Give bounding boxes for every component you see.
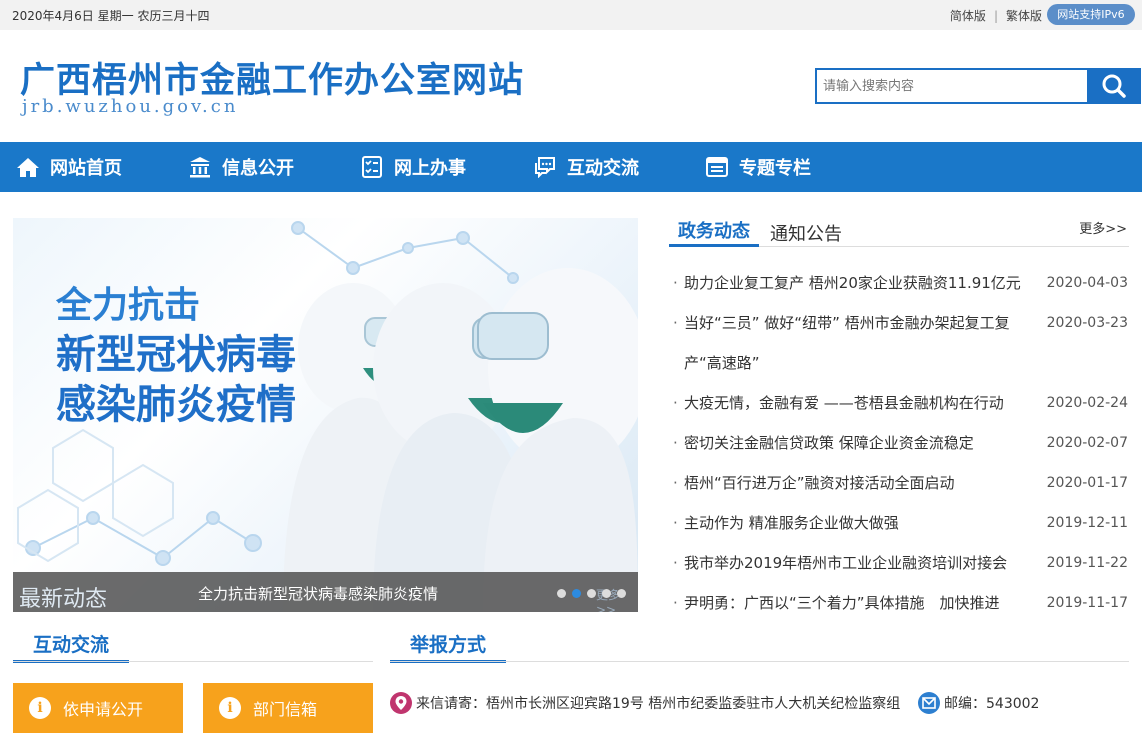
list-item: · 梧州“百行进万企”融资对接活动全面启动 2020-01-17 [670, 463, 1130, 503]
report-divider [390, 661, 1129, 662]
slider-caption-bar: 最新动态 全力抗击新型冠状病毒感染肺炎疫情 更多>> [13, 572, 638, 612]
bullet: · [673, 474, 678, 492]
column-icon [706, 157, 728, 177]
apply-disclosure-label: 依申请公开 [63, 700, 144, 719]
slider-tag: 最新动态 [19, 587, 108, 612]
nav-label: 互动交流 [567, 158, 639, 179]
current-date: 2020年4月6日 星期一 农历三月十四 [12, 9, 210, 23]
report-address: 来信请寄：梧州市长洲区迎宾路19号 梧州市纪委监委驻市人大机关纪检监察组 [390, 692, 900, 714]
nav-item-interaction[interactable]: 互动交流 [533, 142, 639, 192]
simplified-link[interactable]: 简体版 [950, 9, 986, 23]
bullet: · [673, 434, 678, 452]
search-button[interactable] [1087, 68, 1141, 104]
bullet: · [673, 274, 678, 292]
nav-label: 网站首页 [50, 158, 122, 179]
info-icon: i [219, 697, 241, 719]
bullet: · [673, 394, 678, 412]
slider-slogan-line3: 感染肺炎疫情 [56, 382, 296, 428]
checklist-icon [362, 156, 382, 178]
building-icon [190, 157, 210, 178]
news-date: 2019-12-11 [1046, 515, 1128, 531]
chat-icon [535, 157, 555, 178]
slider-dot[interactable] [587, 589, 596, 598]
list-item: · 当好“三员” 做好“纽带” 梧州市金融办架起复工复产“高速路” 2020-0… [670, 303, 1130, 383]
slider-slogan-line1: 全力抗击 [56, 285, 201, 326]
news-list: · 助力企业复工复产 梧州20家企业获融资11.91亿元 2020-04-03 … [670, 263, 1130, 623]
report-postcode-text: 邮编：543002 [944, 696, 1040, 712]
news-date: 2020-04-03 [1046, 275, 1128, 291]
site-url: jrb.wuzhou.gov.cn [22, 96, 239, 117]
traditional-link[interactable]: 繁体版 [1006, 9, 1042, 23]
search-input[interactable] [815, 68, 1087, 104]
list-item: · 密切关注金融信贷政策 保障企业资金流稳定 2020-02-07 [670, 423, 1130, 463]
link-separator: | [993, 9, 998, 23]
news-date: 2019-11-22 [1046, 555, 1128, 571]
nav-label: 信息公开 [222, 158, 294, 179]
list-item: · 助力企业复工复产 梧州20家企业获融资11.91亿元 2020-04-03 [670, 263, 1130, 303]
department-mailbox-button[interactable]: i 部门信箱 [203, 683, 373, 733]
department-mailbox-label: 部门信箱 [253, 700, 318, 719]
tab-government-news[interactable]: 政务动态 [669, 217, 759, 247]
news-date: 2020-02-07 [1046, 435, 1128, 451]
slider-dot[interactable] [557, 589, 566, 598]
list-item: · 大疫无情，金融有爱 ——苍梧县金融机构在行动 2020-02-24 [670, 383, 1130, 423]
tab-announcements[interactable]: 通知公告 [770, 220, 842, 246]
mail-icon [918, 692, 940, 714]
news-tabs: 政务动态 通知公告 更多>> [669, 213, 1129, 247]
top-bar: 2020年4月6日 星期一 农历三月十四 简体版 | 繁体版 网站支持IPv6 [0, 0, 1142, 30]
location-icon [390, 692, 412, 714]
main-nav: 网站首页 信息公开 网上办事 互动交流 专题专栏 [0, 142, 1142, 192]
news-date: 2020-02-24 [1046, 395, 1128, 411]
news-date: 2020-03-23 [1046, 315, 1128, 331]
info-icon: i [29, 697, 51, 719]
home-icon [17, 158, 39, 177]
nav-item-special-topics[interactable]: 专题专栏 [705, 142, 811, 192]
list-item: · 我市举办2019年梧州市工业企业融资培训对接会 2019-11-22 [670, 543, 1130, 583]
nav-item-home[interactable]: 网站首页 [16, 142, 122, 192]
nav-label: 专题专栏 [739, 158, 811, 179]
report-address-text: 来信请寄：梧州市长洲区迎宾路19号 梧州市纪委监委驻市人大机关纪检监察组 [416, 696, 901, 712]
nav-item-online-service[interactable]: 网上办事 [360, 142, 466, 192]
search-box [815, 68, 1141, 104]
bullet: · [673, 594, 678, 612]
bullet: · [673, 514, 678, 532]
slider-dot-active[interactable] [572, 589, 581, 598]
nav-label: 网上办事 [394, 158, 466, 179]
list-item: · 尹明勇：广西以“三个着力”具体措施 加快推进 2019-11-17 [670, 583, 1130, 623]
version-links: 简体版 | 繁体版 [950, 7, 1042, 24]
list-item: · 主动作为 精准服务企业做大做强 2019-12-11 [670, 503, 1130, 543]
search-icon [1102, 74, 1126, 98]
slider-dots [557, 589, 632, 598]
news-date: 2020-01-17 [1046, 475, 1128, 491]
report-postcode: 邮编：543002 [918, 692, 1039, 714]
news-slider[interactable]: 全力抗击 新型冠状病毒 感染肺炎疫情 最新动态 全力抗击新型冠状病毒感染肺炎疫情… [13, 218, 638, 612]
slider-dot[interactable] [617, 589, 626, 598]
slider-caption[interactable]: 全力抗击新型冠状病毒感染肺炎疫情 [198, 583, 438, 604]
interaction-divider [13, 661, 373, 662]
news-date: 2019-11-17 [1046, 595, 1128, 611]
report-heading: 举报方式 [390, 630, 507, 663]
bullet: · [673, 554, 678, 572]
slider-dot[interactable] [602, 589, 611, 598]
news-more-link[interactable]: 更多>> [1079, 218, 1127, 237]
interaction-heading: 互动交流 [13, 630, 130, 663]
ipv6-badge[interactable]: 网站支持IPv6 [1047, 4, 1135, 25]
bullet: · [673, 314, 678, 332]
nav-item-info[interactable]: 信息公开 [188, 142, 294, 192]
apply-disclosure-button[interactable]: i 依申请公开 [13, 683, 183, 733]
